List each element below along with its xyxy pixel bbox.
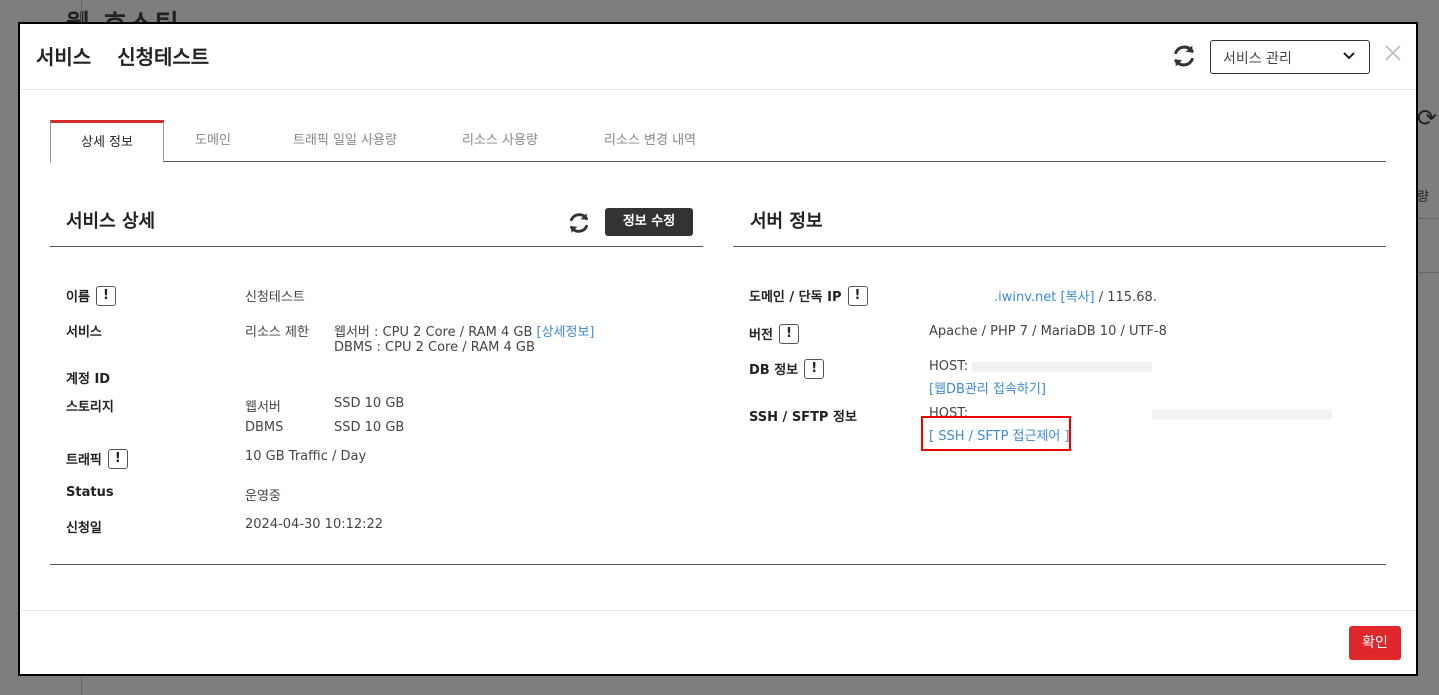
footer-divider: [20, 610, 1416, 611]
info-icon[interactable]: !: [95, 286, 116, 306]
web-resource: 웹서버 : CPU 2 Core / RAM 4 GB [상세정보]: [334, 321, 595, 340]
info-icon[interactable]: !: [804, 359, 825, 379]
copy-link[interactable]: [복사]: [1061, 290, 1095, 305]
db-host: HOST:: [929, 359, 1153, 374]
traffic-label-text: 트래픽: [66, 453, 102, 468]
modal-header: 서비스 신청테스트 서비스 관리: [20, 24, 1416, 90]
confirm-button[interactable]: 확인: [1349, 626, 1401, 660]
detail-info-link[interactable]: [상세정보]: [537, 325, 595, 340]
status-value: 운영중: [245, 489, 281, 504]
tab-resource-history[interactable]: 리소스 변경 내역: [585, 120, 715, 162]
highlight-box: [921, 416, 1071, 451]
name-label: 이름!: [66, 286, 116, 306]
db-info-label: DB 정보!: [749, 359, 825, 379]
domain-ip-value: .iwinv.net [복사] / 115.68.: [994, 286, 1157, 305]
version-label-text: 버전: [749, 328, 773, 343]
status-label: Status: [66, 485, 114, 500]
tab-resource-usage[interactable]: 리소스 사용량: [445, 120, 555, 162]
service-manage-select[interactable]: 서비스 관리: [1210, 40, 1370, 74]
service-manage-select-value: 서비스 관리: [1223, 51, 1292, 67]
storage-db-value: SSD 10 GB: [334, 420, 405, 435]
traffic-value: 10 GB Traffic / Day: [245, 449, 367, 464]
background-text: 량: [1417, 190, 1429, 205]
edit-info-button[interactable]: 정보 수정: [605, 208, 693, 236]
redacted-value: [972, 361, 1153, 372]
redacted-value: [1152, 408, 1333, 419]
info-icon[interactable]: !: [107, 449, 128, 469]
storage-label: 스토리지: [66, 400, 114, 415]
domain-ip-label-text: 도메인 / 단독 IP: [749, 290, 842, 305]
storage-db-label: DBMS: [245, 420, 284, 435]
web-resource-text: 웹서버 : CPU 2 Core / RAM 4 GB: [334, 325, 533, 340]
version-value: Apache / PHP 7 / MariaDB 10 / UTF-8: [929, 324, 1167, 339]
storage-web-label: 웹서버: [245, 400, 281, 415]
apply-date-value: 2024-04-30 10:12:22: [245, 517, 384, 532]
db-host-label: HOST:: [929, 359, 969, 374]
background-refresh-icon: ⟳: [1416, 104, 1437, 132]
background-divider: [1417, 218, 1439, 219]
tab-bar: 상세 정보 도메인 트래픽 일일 사용량 리소스 사용량 리소스 변경 내역: [50, 120, 1386, 163]
service-detail-title: 서비스 상세: [66, 211, 156, 232]
web-db-link[interactable]: [웹DB관리 접속하기]: [929, 378, 1046, 397]
background-divider: [1417, 272, 1439, 273]
ip-value: / 115.68.: [1098, 290, 1157, 305]
storage-web-value: SSD 10 GB: [334, 396, 405, 411]
version-label: 버전!: [749, 324, 799, 344]
apply-date-label: 신청일: [66, 521, 102, 536]
name-label-text: 이름: [66, 290, 90, 305]
info-icon[interactable]: !: [847, 286, 868, 306]
server-info-title: 서버 정보: [750, 211, 823, 232]
section-divider: [50, 246, 703, 247]
domain-value[interactable]: .iwinv.net: [994, 290, 1056, 305]
domain-ip-label: 도메인 / 단독 IP!: [749, 286, 868, 306]
close-icon[interactable]: [1382, 42, 1404, 64]
section-divider: [50, 564, 1386, 565]
service-modal: 서비스 신청테스트 서비스 관리 상세 정보 도메인 트래픽 일일 사용량 리소스…: [18, 22, 1418, 676]
info-icon[interactable]: !: [778, 324, 799, 344]
name-value: 신청테스트: [245, 290, 305, 305]
service-name: 신청테스트: [117, 45, 210, 69]
traffic-label: 트래픽!: [66, 449, 128, 469]
tab-detail-info[interactable]: 상세 정보: [50, 120, 164, 163]
refresh-icon[interactable]: [566, 210, 592, 236]
service-label: 서비스: [66, 325, 102, 340]
refresh-icon[interactable]: [1170, 42, 1198, 70]
chevron-down-icon: [1343, 52, 1355, 60]
modal-title-label: 서비스: [36, 45, 92, 69]
modal-title: 서비스 신청테스트: [36, 41, 209, 70]
tab-domain[interactable]: 도메인: [178, 120, 248, 162]
section-divider: [733, 246, 1386, 247]
db-info-label-text: DB 정보: [749, 363, 799, 378]
account-id-label: 계정 ID: [66, 372, 111, 387]
dbms-resource: DBMS : CPU 2 Core / RAM 4 GB: [334, 340, 535, 355]
service-sub-label: 리소스 제한: [245, 325, 309, 340]
ssh-sftp-label: SSH / SFTP 정보: [749, 410, 857, 425]
tab-daily-traffic[interactable]: 트래픽 일일 사용량: [280, 120, 410, 162]
